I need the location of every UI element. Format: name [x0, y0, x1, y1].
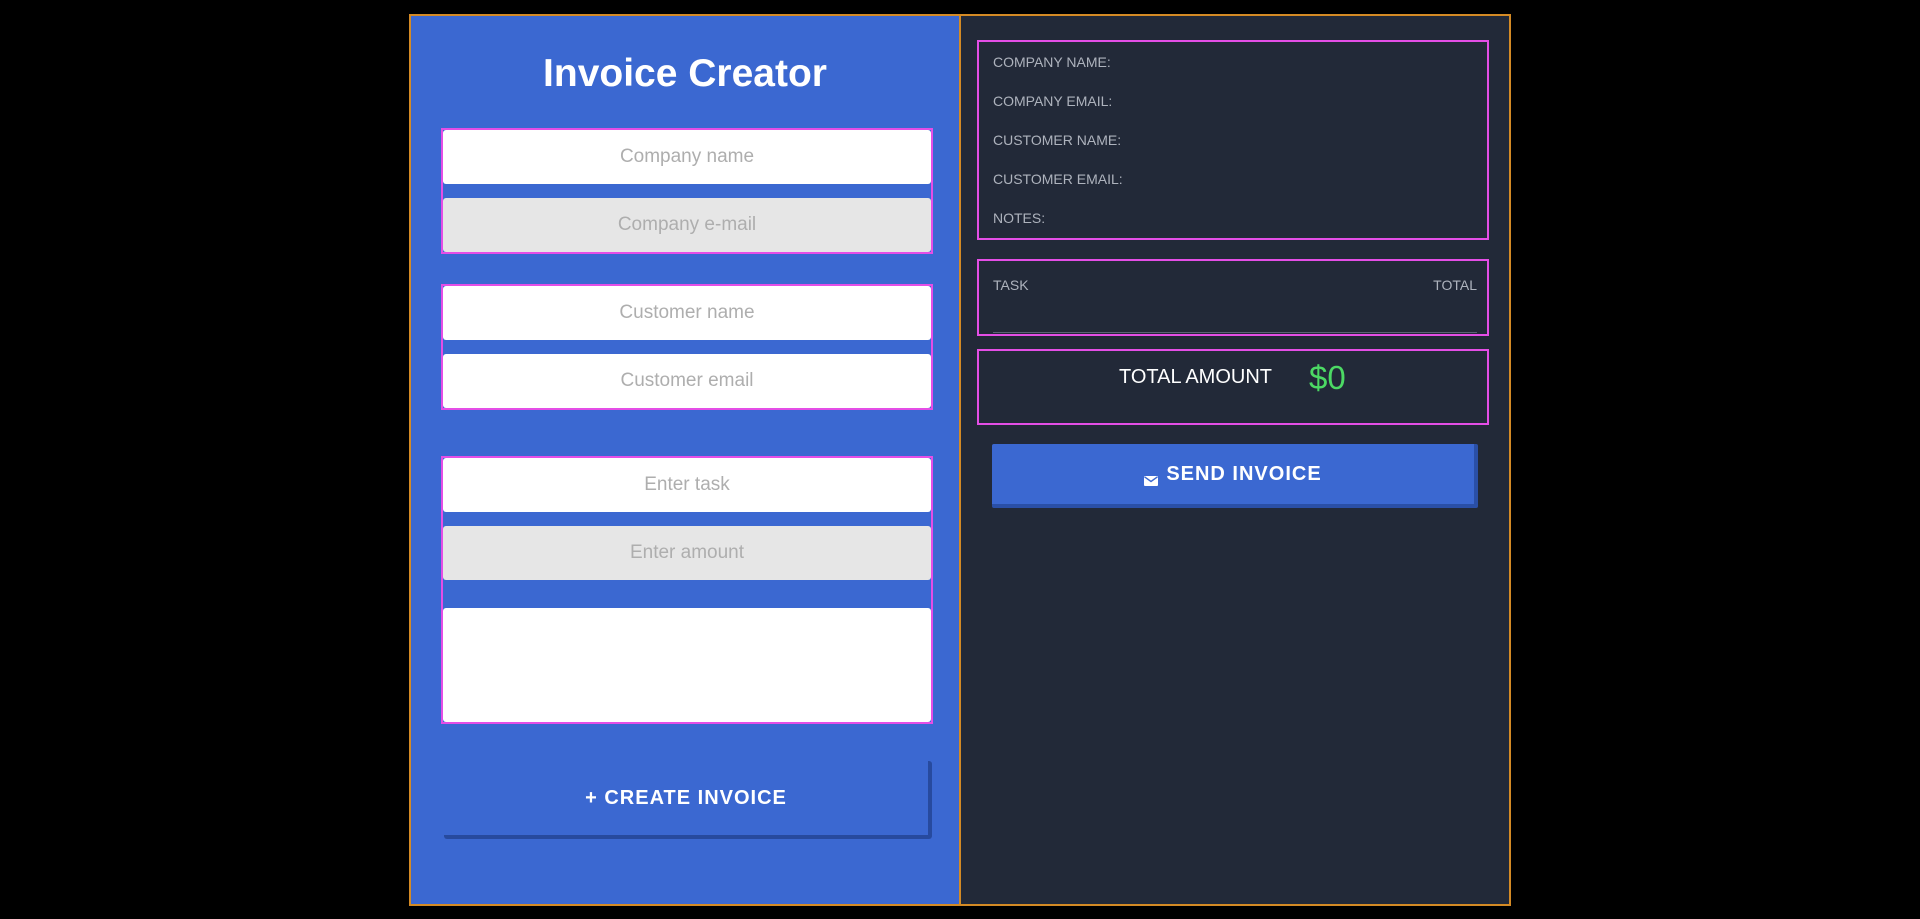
notes-label: NOTES: [993, 210, 1046, 226]
total-column-header: TOTAL [1433, 277, 1477, 293]
company-fields-group [441, 128, 933, 254]
total-amount-box: TOTAL AMOUNT $0 [977, 349, 1489, 425]
amount-input[interactable] [443, 526, 931, 580]
task-input[interactable] [443, 458, 931, 512]
customer-fields-group [441, 284, 933, 410]
create-invoice-label: CREATE INVOICE [604, 786, 787, 809]
plus-icon: + [585, 786, 598, 809]
task-fields-group [441, 456, 933, 724]
create-invoice-button[interactable]: + CREATE INVOICE [444, 761, 932, 839]
customer-name-label: CUSTOMER NAME: [993, 132, 1122, 148]
invoice-app: Invoice Creator + CREATE INVOICE COMPANY… [409, 14, 1511, 906]
page-title: Invoice Creator [543, 52, 827, 95]
task-table: TASK TOTAL [977, 259, 1489, 336]
company-email-input[interactable] [443, 198, 931, 252]
table-divider [993, 332, 1477, 333]
customer-email-input[interactable] [443, 354, 931, 408]
envelope-icon [1144, 469, 1159, 486]
invoice-form-panel: Invoice Creator + CREATE INVOICE [411, 16, 961, 904]
customer-email-label: CUSTOMER EMAIL: [993, 171, 1123, 187]
send-invoice-button[interactable]: SEND INVOICE [992, 444, 1478, 508]
total-amount-label: TOTAL AMOUNT [1119, 366, 1272, 388]
send-invoice-label: SEND INVOICE [1166, 462, 1322, 485]
customer-name-input[interactable] [443, 286, 931, 340]
company-name-input[interactable] [443, 130, 931, 184]
company-email-label: COMPANY EMAIL: [993, 93, 1113, 109]
invoice-details-box: COMPANY NAME: COMPANY EMAIL: CUSTOMER NA… [977, 40, 1489, 240]
invoice-preview-panel: COMPANY NAME: COMPANY EMAIL: CUSTOMER NA… [961, 16, 1509, 904]
company-name-label: COMPANY NAME: [993, 54, 1111, 70]
task-column-header: TASK [993, 277, 1029, 293]
total-amount-value: $0 [1309, 359, 1346, 396]
notes-textarea[interactable] [443, 608, 931, 722]
